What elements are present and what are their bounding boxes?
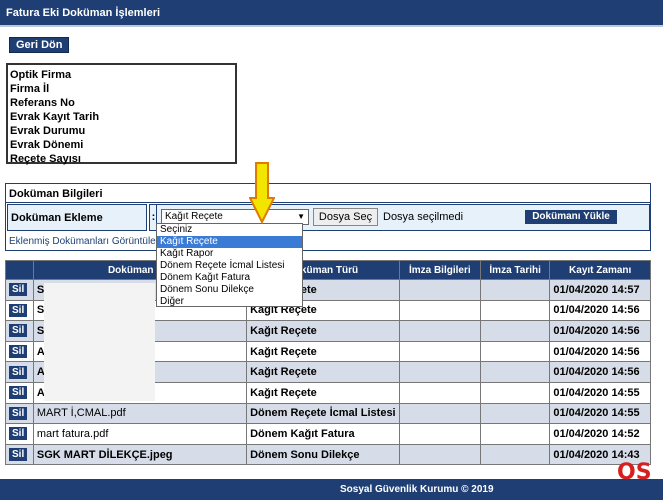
info-label-evrak-donemi: Evrak Dönemi <box>10 139 84 151</box>
dropdown-option-donem-kagit-fatura[interactable]: Dönem Kağıt Fatura <box>157 272 302 284</box>
dropdown-option-diger[interactable]: Diğer <box>157 296 302 308</box>
delete-cell: Sil <box>5 443 34 466</box>
document-type: Kağıt Reçete <box>246 381 400 404</box>
document-type-dropdown: Seçiniz Kağıt Reçete Kağıt Rapor Dönem R… <box>156 223 303 307</box>
info-label-recete-sayisi: Reçete Sayısı <box>10 153 81 165</box>
delete-cell: Sil <box>5 402 34 425</box>
file-status: Dosya seçilmedi <box>383 211 464 223</box>
signature-date <box>479 340 551 363</box>
document-type-value: Kağıt Reçete <box>165 211 223 222</box>
record-time: 01/04/2020 14:55 <box>549 402 651 425</box>
signature-date <box>479 361 551 383</box>
col-header-signature-info: İmza Bilgileri <box>398 260 481 280</box>
delete-cell: Sil <box>5 361 34 383</box>
add-document-label: Doküman Ekleme <box>11 212 103 224</box>
delete-button[interactable]: Sil <box>9 406 28 420</box>
arrow-down-icon <box>249 162 275 224</box>
window-title-bar: Fatura Eki Doküman İşlemleri <box>0 0 663 27</box>
dropdown-option-donem-recete-icmal[interactable]: Dönem Reçete İcmal Listesi <box>157 260 302 272</box>
col-header-signature-date: İmza Tarihi <box>479 260 551 280</box>
record-time: 01/04/2020 14:56 <box>549 299 651 322</box>
watermark-os: OS <box>617 460 652 485</box>
document-name: MART İ,CMAL.pdf <box>32 402 248 425</box>
dropdown-option-kagit-rapor[interactable]: Kağıt Rapor <box>157 248 302 260</box>
delete-button[interactable]: Sil <box>9 427 28 441</box>
document-type: Dönem Sonu Dilekçe <box>246 443 400 466</box>
delete-button[interactable]: Sil <box>9 324 28 338</box>
signature-info <box>398 423 481 445</box>
document-panel: Doküman Bilgileri Doküman Ekleme : Kağıt… <box>5 183 651 251</box>
upload-document-button[interactable]: Dokümanı Yükle <box>525 210 617 224</box>
delete-button[interactable]: Sil <box>9 303 28 317</box>
document-name: mart fatura.pdf <box>32 423 248 445</box>
signature-info <box>398 299 481 322</box>
info-label-referans-no: Referans No <box>10 97 75 109</box>
delete-cell: Sil <box>5 279 34 301</box>
signature-date <box>479 320 551 342</box>
delete-button[interactable]: Sil <box>9 345 28 359</box>
record-time: 01/04/2020 14:55 <box>549 381 651 404</box>
signature-date <box>479 423 551 445</box>
signature-info <box>398 402 481 425</box>
signature-date <box>479 381 551 404</box>
delete-cell: Sil <box>5 320 34 342</box>
delete-button[interactable]: Sil <box>9 365 28 379</box>
info-label-optik-firma: Optik Firma <box>10 69 72 81</box>
delete-cell: Sil <box>5 381 34 404</box>
footer: Sosyal Güvenlik Kurumu © 2019 <box>0 479 663 500</box>
redaction-overlay <box>44 283 155 401</box>
divider <box>6 202 650 203</box>
delete-button[interactable]: Sil <box>9 448 28 462</box>
record-time: 01/04/2020 14:57 <box>549 279 651 301</box>
document-name: SGK MART DİLEKÇE.jpeg <box>32 443 248 466</box>
chevron-down-icon: ▼ <box>297 212 305 221</box>
delete-button[interactable]: Sil <box>9 283 28 297</box>
table-header-row: Doküman Adı Doküman Türü İmza Bilgileri … <box>5 260 651 280</box>
window-title: Fatura Eki Doküman İşlemleri <box>6 7 161 19</box>
signature-info <box>398 279 481 301</box>
document-type: Kağıt Reçete <box>246 340 400 363</box>
info-box: Optik Firma Firma İl Referans No Evrak K… <box>6 63 237 165</box>
dropdown-option-seciniz[interactable]: Seçiniz <box>157 224 302 236</box>
signature-info <box>398 320 481 342</box>
signature-info <box>398 361 481 383</box>
signature-info <box>398 340 481 363</box>
info-label-evrak-durumu: Evrak Durumu <box>10 125 86 137</box>
record-time: 01/04/2020 14:56 <box>549 320 651 342</box>
choose-file-button[interactable]: Dosya Seç <box>313 208 378 226</box>
signature-date <box>479 279 551 301</box>
document-type: Kağıt Reçete <box>246 320 400 342</box>
dropdown-option-kagit-recete[interactable]: Kağıt Reçete <box>157 236 302 248</box>
signature-date <box>479 443 551 466</box>
document-panel-header: Doküman Bilgileri <box>9 188 103 200</box>
dropdown-option-donem-sonu-dilekce[interactable]: Dönem Sonu Dilekçe <box>157 284 302 296</box>
document-type: Kağıt Reçete <box>246 361 400 383</box>
record-time: 01/04/2020 14:56 <box>549 361 651 383</box>
table-row: Sil MART İ,CMAL.pdf Dönem Reçete İcmal L… <box>5 402 651 425</box>
record-time: 01/04/2020 14:52 <box>549 423 651 445</box>
table-row: Sil SGK MART DİLEKÇE.jpeg Dönem Sonu Dil… <box>5 443 651 466</box>
view-documents-link[interactable]: Eklenmiş Dokümanları Görüntüle <box>9 236 156 247</box>
add-label-cell: Doküman Ekleme <box>7 204 147 231</box>
info-label-firma-il: Firma İl <box>10 83 50 95</box>
back-button[interactable]: Geri Dön <box>9 37 70 53</box>
record-time: 01/04/2020 14:56 <box>549 340 651 363</box>
delete-cell: Sil <box>5 340 34 363</box>
watermark-haber: HABER <box>632 484 661 493</box>
footer-text: Sosyal Güvenlik Kurumu © 2019 <box>340 484 494 495</box>
table-row: Sil mart fatura.pdf Dönem Kağıt Fatura 0… <box>5 423 651 445</box>
delete-cell: Sil <box>5 423 34 445</box>
document-type: Dönem Kağıt Fatura <box>246 423 400 445</box>
delete-button[interactable]: Sil <box>9 386 28 400</box>
signature-date <box>479 299 551 322</box>
signature-info <box>398 381 481 404</box>
info-label-evrak-kayit-tarih: Evrak Kayıt Tarih <box>10 111 100 123</box>
col-header-record-time: Kayıt Zamanı <box>549 260 651 280</box>
delete-cell: Sil <box>5 299 34 322</box>
signature-date <box>479 402 551 425</box>
col-header-delete <box>5 260 34 280</box>
signature-info <box>398 443 481 466</box>
watermark-logo: OS HABER <box>614 460 663 502</box>
document-type: Dönem Reçete İcmal Listesi <box>246 402 400 425</box>
